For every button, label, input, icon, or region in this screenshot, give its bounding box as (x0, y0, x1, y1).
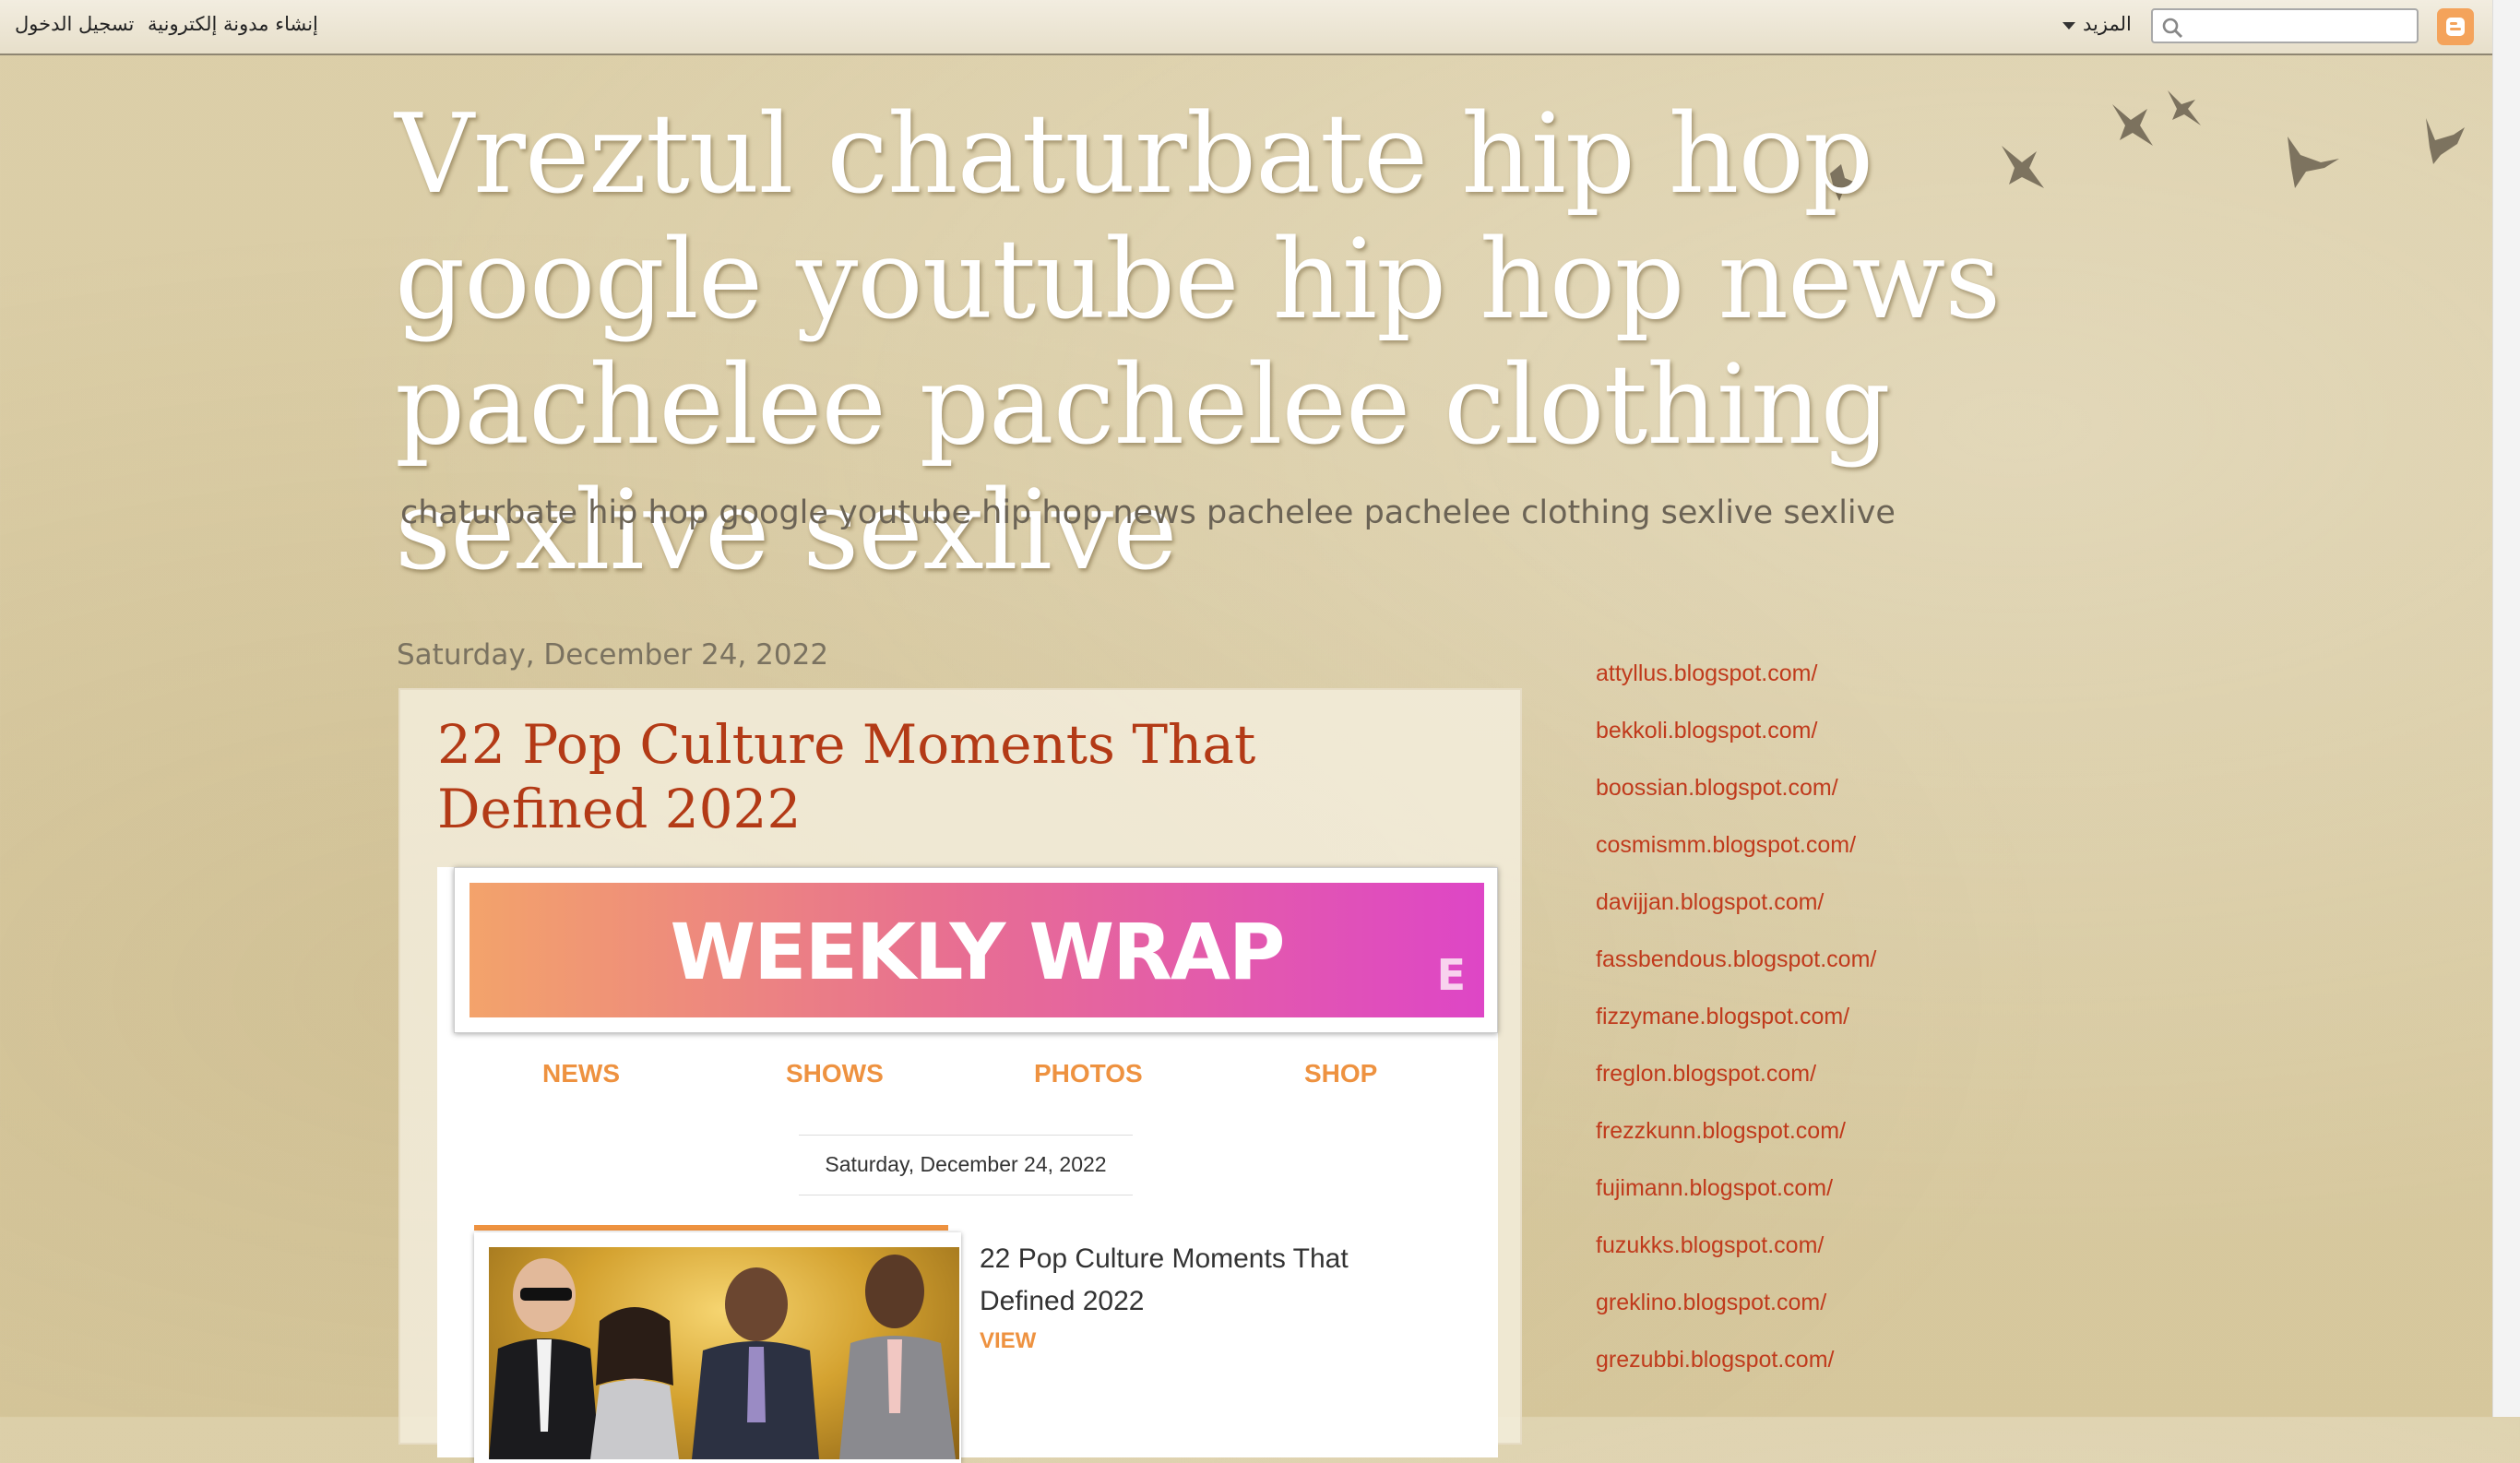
story-view-link[interactable]: VIEW (980, 1328, 1036, 1354)
sidebar-link[interactable]: fizzymane.blogspot.com/ (1596, 1004, 1849, 1030)
sidebar-link[interactable]: attyllus.blogspot.com/ (1596, 660, 1817, 687)
sidebar-link[interactable]: grezubbi.blogspot.com/ (1596, 1347, 1834, 1374)
sidebar-link[interactable]: greklino.blogspot.com/ (1596, 1290, 1826, 1316)
nav-news-link[interactable]: NEWS (542, 1059, 620, 1088)
chevron-down-icon[interactable] (2062, 22, 2075, 30)
nav-photos-link[interactable]: PHOTOS (1034, 1059, 1143, 1088)
banner-title: WEEKLY WRAP (670, 907, 1286, 997)
post: 22 Pop Culture Moments That Defined 2022… (398, 688, 1522, 1463)
nav-shows-link[interactable]: SHOWS (786, 1059, 884, 1088)
blogger-b-icon (2446, 18, 2465, 36)
page-scrollbar[interactable] (2492, 0, 2520, 1417)
search-icon (2162, 18, 2183, 39)
sidebar-link[interactable]: fujimann.blogspot.com/ (1596, 1175, 1833, 1202)
post-title[interactable]: 22 Pop Culture Moments That Defined 2022 (437, 712, 1470, 841)
newsletter-date: Saturday, December 24, 2022 (799, 1135, 1133, 1195)
sign-in-link[interactable]: تسجيل الدخول (15, 13, 134, 35)
story-title[interactable]: 22 Pop Culture Moments That Defined 2022 (980, 1238, 1422, 1323)
nav-shop-link[interactable]: SHOP (1304, 1059, 1377, 1088)
sidebar-link[interactable]: davijjan.blogspot.com/ (1596, 889, 1824, 916)
sidebar-link[interactable]: fuzukks.blogspot.com/ (1596, 1232, 1824, 1259)
sidebar-link[interactable]: freglon.blogspot.com/ (1596, 1061, 1816, 1088)
more-menu-button[interactable]: المزيد (2083, 13, 2132, 35)
blogger-logo-icon[interactable] (2437, 8, 2474, 45)
blogger-navbar: تسجيل الدخول إنشاء مدونة إلكترونية المزي… (0, 0, 2492, 55)
banner-card: WEEKLY WRAP E (454, 867, 1498, 1033)
post-date-header: Saturday, December 24, 2022 (397, 638, 829, 672)
create-blog-link[interactable]: إنشاء مدونة إلكترونية (148, 13, 318, 35)
celebrities-photo-illustration (489, 1255, 956, 1459)
story-accent-bar (474, 1225, 948, 1231)
story-photo[interactable] (489, 1247, 959, 1459)
blog-description: chaturbate hip hop google youtube hip ho… (400, 494, 1896, 531)
weekly-wrap-banner[interactable]: WEEKLY WRAP E (470, 883, 1484, 1017)
story-card[interactable] (474, 1232, 961, 1463)
sidebar-link[interactable]: frezzkunn.blogspot.com/ (1596, 1118, 1846, 1145)
search-input[interactable] (2151, 8, 2419, 43)
newsletter-nav: NEWS SHOWS PHOTOS SHOP (437, 1059, 1498, 1096)
newsletter-embed: WEEKLY WRAP E NEWS SHOWS PHOTOS SHOP Sat… (437, 867, 1498, 1463)
sidebar-link[interactable]: fassbendous.blogspot.com/ (1596, 946, 1876, 973)
e-logo-icon: E (1436, 950, 1466, 1000)
sidebar-link[interactable]: boossian.blogspot.com/ (1596, 775, 1838, 802)
sidebar-link[interactable]: cosmismm.blogspot.com/ (1596, 832, 1856, 859)
sidebar-link[interactable]: bekkoli.blogspot.com/ (1596, 718, 1817, 744)
